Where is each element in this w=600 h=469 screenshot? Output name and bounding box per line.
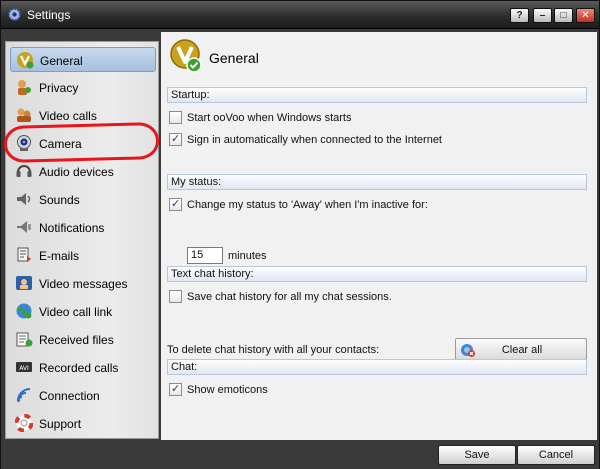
checkbox-label: Save chat history for all my chat sessio…: [187, 291, 392, 303]
help-button[interactable]: ?: [510, 8, 529, 23]
general-icon: [17, 52, 34, 69]
received-files-icon: [16, 332, 33, 347]
checkbox-label: Change my status to 'Away' when I'm inac…: [187, 199, 428, 211]
text-chat-history-section-header: Text chat history:: [167, 266, 587, 282]
checkmark-icon: ✓: [171, 383, 181, 395]
sidebar-item-label: Notifications: [39, 221, 105, 235]
sidebar-item-camera[interactable]: Camera: [10, 131, 156, 156]
svg-text:AVI: AVI: [19, 365, 29, 372]
page-title: General: [209, 50, 259, 66]
sidebar-item-video-messages[interactable]: Video messages: [10, 271, 156, 296]
sidebar-item-label: Video messages: [39, 277, 128, 291]
privacy-icon: [18, 80, 31, 95]
support-icon: [15, 414, 33, 432]
connection-icon: [17, 388, 31, 402]
clear-all-label: Clear all: [501, 344, 543, 356]
sidebar-item-privacy[interactable]: Privacy: [10, 75, 156, 100]
settings-content-panel: General Startup: Start ooVoo when Window…: [161, 32, 597, 440]
my-status-section-header: My status:: [167, 174, 587, 190]
away-when-inactive-checkbox[interactable]: ✓: [169, 198, 182, 211]
checkmark-icon: ✓: [171, 198, 181, 210]
save-chat-history-checkbox[interactable]: [169, 290, 182, 303]
sidebar-item-label: Audio devices: [39, 165, 114, 179]
sidebar-item-label: Support: [39, 417, 82, 431]
notifications-icon: [17, 221, 31, 233]
sidebar-item-label: Connection: [39, 389, 100, 403]
sidebar-item-label: General: [40, 54, 83, 68]
window-title: Settings: [27, 8, 71, 22]
sidebar-item-label: Recorded calls: [39, 361, 119, 375]
sidebar-item-label: E-mails: [39, 249, 80, 263]
save-button[interactable]: Save: [438, 445, 516, 465]
sidebar-item-video-call-link[interactable]: Video call link: [10, 299, 156, 324]
maximize-button[interactable]: □: [554, 8, 573, 23]
video-messages-icon: [16, 276, 32, 290]
settings-gear-icon: [7, 7, 22, 22]
sidebar-item-audio-devices[interactable]: Audio devices: [10, 159, 156, 184]
sidebar-item-notifications[interactable]: Notifications: [10, 215, 156, 240]
auto-sign-in-checkbox[interactable]: ✓: [169, 133, 182, 146]
delete-history-text: To delete chat history with all your con…: [167, 344, 380, 356]
inactive-minutes-input[interactable]: 15: [187, 247, 223, 264]
close-button[interactable]: ✕: [576, 8, 595, 23]
sidebar-item-label: Camera: [39, 137, 82, 151]
start-on-windows-checkbox[interactable]: [169, 111, 182, 124]
camera-icon: [17, 135, 31, 151]
video-call-link-icon: [16, 303, 32, 319]
settings-sidebar: General Privacy Video calls Camera Audio…: [5, 41, 159, 439]
sidebar-item-received-files[interactable]: Received files: [10, 327, 156, 352]
minutes-label: minutes: [228, 250, 267, 262]
settings-window: Settings ? – □ ✕ General Privacy Video c…: [0, 0, 600, 469]
sidebar-item-video-calls[interactable]: Video calls: [10, 103, 156, 128]
sidebar-item-emails[interactable]: E-mails: [10, 243, 156, 268]
title-bar[interactable]: Settings ? – □ ✕: [1, 1, 599, 29]
sidebar-item-label: Video calls: [39, 109, 97, 123]
minimize-button[interactable]: –: [533, 8, 552, 23]
sidebar-item-label: Privacy: [39, 81, 79, 95]
sidebar-item-recorded-calls[interactable]: AVI Recorded calls: [10, 355, 156, 380]
checkbox-label: Start ooVoo when Windows starts: [187, 112, 352, 124]
dialog-footer: Save Cancel: [1, 440, 599, 469]
clear-all-button[interactable]: Clear all: [455, 338, 587, 360]
oovoo-logo-icon: [170, 39, 202, 73]
emails-icon: [17, 247, 31, 262]
sidebar-item-label: Received files: [39, 333, 114, 347]
chat-section-header: Chat:: [167, 359, 587, 375]
sidebar-item-connection[interactable]: Connection: [10, 383, 156, 408]
sidebar-item-label: Video call link: [39, 305, 113, 319]
checkmark-icon: ✓: [171, 133, 181, 145]
show-emoticons-checkbox[interactable]: ✓: [169, 383, 182, 396]
video-calls-icon: [17, 108, 31, 122]
sidebar-item-support[interactable]: Support: [10, 411, 156, 436]
sidebar-item-sounds[interactable]: Sounds: [10, 187, 156, 212]
cancel-button[interactable]: Cancel: [517, 445, 595, 465]
recorded-calls-icon: AVI: [16, 362, 32, 372]
checkbox-label: Show emoticons: [187, 384, 268, 396]
checkbox-label: Sign in automatically when connected to …: [187, 134, 442, 146]
sounds-icon: [17, 193, 31, 205]
audio-devices-icon: [16, 165, 32, 177]
startup-section-header: Startup:: [167, 87, 587, 103]
sidebar-item-general[interactable]: General: [10, 47, 156, 72]
sidebar-item-label: Sounds: [39, 193, 80, 207]
